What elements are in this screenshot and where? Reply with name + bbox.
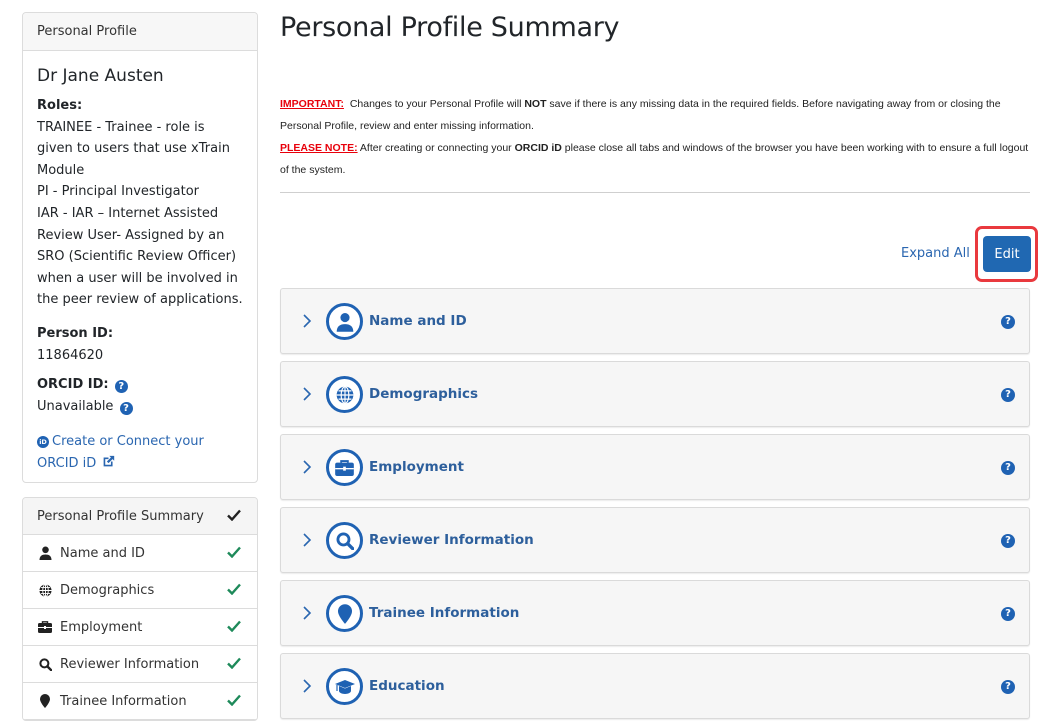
globe-icon xyxy=(37,584,53,597)
accordion-trainee-information[interactable]: Trainee Information ? xyxy=(280,580,1030,646)
chevron-right-icon xyxy=(302,459,312,479)
nav-item-employment[interactable]: Employment xyxy=(23,609,257,646)
nav-item-name-and-id[interactable]: Name and ID xyxy=(23,535,257,572)
check-icon xyxy=(227,509,241,525)
notice-text: Changes to your Personal Profile will xyxy=(350,98,525,110)
nav-item-reviewer-information[interactable]: Reviewer Information xyxy=(23,646,257,683)
notice-text: After creating or connecting your xyxy=(358,142,515,154)
check-icon xyxy=(227,546,241,562)
nav-item-label: Trainee Information xyxy=(60,694,187,709)
notice-emphasis: NOT xyxy=(524,98,546,110)
accordion-demographics[interactable]: Demographics ? xyxy=(280,361,1030,427)
personal-profile-card: Personal Profile Dr Jane Austen Roles: T… xyxy=(22,12,258,483)
please-note-notice: PLEASE NOTE: After creating or connectin… xyxy=(280,137,1030,181)
map-marker-icon xyxy=(326,595,363,632)
notice-emphasis: ORCID iD xyxy=(515,142,562,154)
profile-section-nav: Personal Profile Summary Name and ID Dem… xyxy=(22,497,258,721)
check-icon xyxy=(227,694,241,710)
nav-item-trainee-information[interactable]: Trainee Information xyxy=(23,683,257,720)
question-circle-icon[interactable]: ? xyxy=(1001,388,1015,402)
divider xyxy=(280,192,1030,193)
accordion-label: Employment xyxy=(369,459,464,475)
question-circle-icon[interactable]: ? xyxy=(1001,680,1015,694)
nav-item-label: Reviewer Information xyxy=(60,657,199,672)
role-item: PI - Principal Investigator xyxy=(37,181,243,203)
question-circle-icon[interactable]: ? xyxy=(1001,607,1015,621)
briefcase-icon xyxy=(37,621,53,633)
check-icon xyxy=(227,657,241,673)
chevron-right-icon xyxy=(302,532,312,552)
accordion-reviewer-information[interactable]: Reviewer Information ? xyxy=(280,507,1030,573)
nav-item-label: Name and ID xyxy=(60,546,145,561)
chevron-right-icon xyxy=(302,386,312,406)
orcid-link-label: Create or Connect your ORCID iD xyxy=(37,434,204,471)
question-circle-icon[interactable]: ? xyxy=(1001,461,1015,475)
person-id-value: 11864620 xyxy=(37,345,243,367)
search-icon xyxy=(326,522,363,559)
nav-item-label: Demographics xyxy=(60,583,154,598)
nav-item-personal-profile-summary[interactable]: Personal Profile Summary xyxy=(23,498,257,535)
person-name: Dr Jane Austen xyxy=(37,65,243,87)
edit-button[interactable]: Edit xyxy=(983,236,1031,272)
accordion-label: Reviewer Information xyxy=(369,532,534,548)
graduation-cap-icon xyxy=(326,668,363,705)
important-label: IMPORTANT: xyxy=(280,98,344,110)
profile-card-header: Personal Profile xyxy=(23,13,257,51)
accordion-employment[interactable]: Employment ? xyxy=(280,434,1030,500)
globe-icon xyxy=(326,376,363,413)
accordion-education[interactable]: Education ? xyxy=(280,653,1030,719)
check-icon xyxy=(227,583,241,599)
question-circle-icon[interactable]: ? xyxy=(120,402,133,415)
role-item: IAR - IAR – Internet Assisted Review Use… xyxy=(37,203,243,311)
question-circle-icon[interactable]: ? xyxy=(115,380,128,393)
accordion-label: Name and ID xyxy=(369,313,467,329)
expand-all-link[interactable]: Expand All xyxy=(901,246,970,261)
map-marker-icon xyxy=(37,694,53,708)
question-circle-icon[interactable]: ? xyxy=(1001,315,1015,329)
briefcase-icon xyxy=(326,449,363,486)
check-icon xyxy=(227,620,241,636)
nav-item-demographics[interactable]: Demographics xyxy=(23,572,257,609)
orcid-id-label: ORCID ID: xyxy=(37,377,109,392)
chevron-right-icon xyxy=(302,678,312,698)
nav-item-label: Personal Profile Summary xyxy=(37,509,204,524)
accordion-label: Trainee Information xyxy=(369,605,519,621)
please-note-label: PLEASE NOTE: xyxy=(280,142,358,154)
accordion-label: Education xyxy=(369,678,445,694)
accordion-name-and-id[interactable]: Name and ID ? xyxy=(280,288,1030,354)
orcid-icon: iD xyxy=(37,436,49,448)
roles-label: Roles: xyxy=(37,95,243,117)
accordion-label: Demographics xyxy=(369,386,478,402)
roles-list: TRAINEE - Trainee - role is given to use… xyxy=(37,117,243,311)
chevron-right-icon xyxy=(302,605,312,625)
external-link-icon xyxy=(102,454,115,476)
page-title: Personal Profile Summary xyxy=(280,12,619,43)
profile-sections-accordion: Name and ID ? Demographics ? Employment … xyxy=(280,288,1030,726)
user-icon xyxy=(37,546,53,560)
role-item: TRAINEE - Trainee - role is given to use… xyxy=(37,117,243,182)
chevron-right-icon xyxy=(302,313,312,333)
user-icon xyxy=(326,303,363,340)
search-icon xyxy=(37,658,53,671)
create-connect-orcid-link[interactable]: iDCreate or Connect your ORCID iD xyxy=(37,431,243,475)
nav-item-label: Employment xyxy=(60,620,142,635)
important-notice: IMPORTANT: Changes to your Personal Prof… xyxy=(280,93,1030,137)
person-id-label: Person ID: xyxy=(37,323,243,345)
profile-notice: IMPORTANT: Changes to your Personal Prof… xyxy=(280,93,1030,181)
question-circle-icon[interactable]: ? xyxy=(1001,534,1015,548)
orcid-id-value: Unavailable xyxy=(37,399,113,414)
